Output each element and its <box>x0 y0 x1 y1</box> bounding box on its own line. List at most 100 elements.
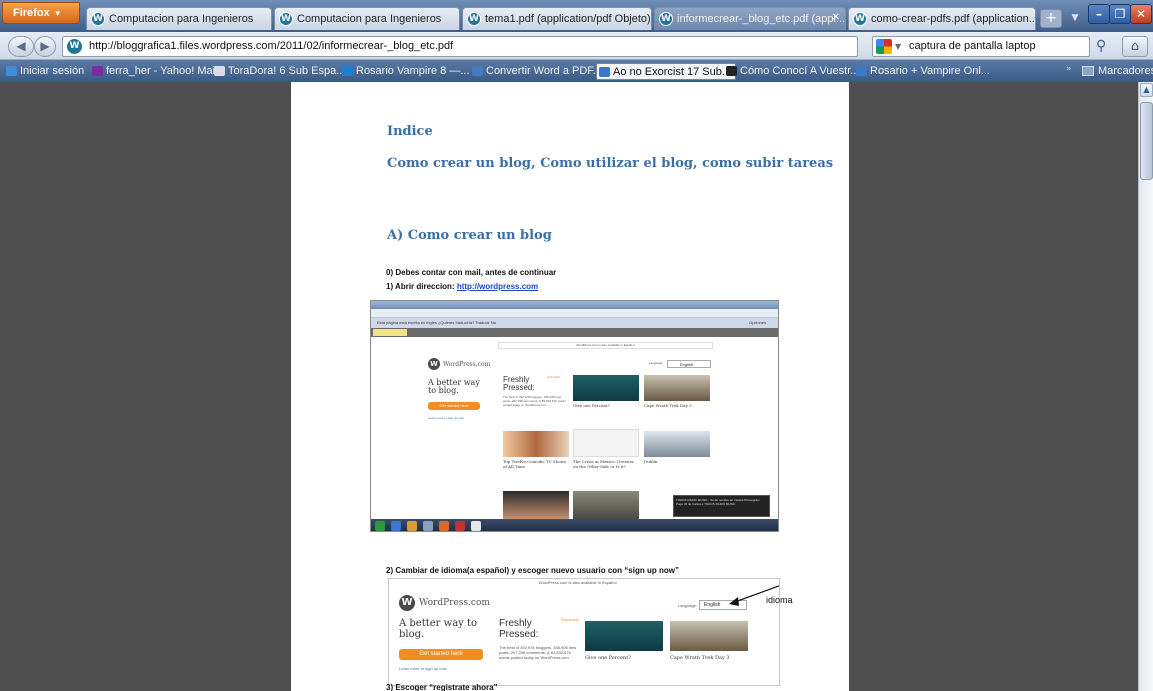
url-bar[interactable]: W http://bloggrafica1.files.wordpress.co… <box>62 36 921 57</box>
bookmark-rosario-vampire-online[interactable]: Rosario + Vampire Onl... <box>854 63 990 80</box>
taskbar-app-icon <box>471 521 481 531</box>
bookmark-toradora[interactable]: ToraDora! 6 Sub Espa... <box>212 63 345 80</box>
screenshot-nav-bar <box>371 309 778 318</box>
forward-button[interactable]: ▶ <box>34 36 56 57</box>
bookmark-label: Convertir Word a PDF... <box>486 65 602 77</box>
wordpress-icon: W <box>279 12 293 26</box>
maximize-button[interactable]: ❐ <box>1109 4 1131 24</box>
scroll-up-arrow-icon[interactable]: ▲ <box>1140 83 1153 97</box>
bookmarks-menu[interactable]: Marcadores <box>1082 63 1153 79</box>
step-1: 1) Abrir direccion: http://wordpress.com <box>386 282 538 291</box>
browser-window: Firefox ▼ W Computacion para Ingenieros W… <box>0 0 1153 691</box>
step-3: 3) Escoger “registrate ahora” <box>386 683 498 691</box>
tab-como-crear-pdfs[interactable]: W como-crear-pdfs.pdf (application... <box>848 7 1036 30</box>
language-label: Language: <box>649 361 664 365</box>
close-window-button[interactable]: ✕ <box>1130 4 1152 24</box>
post-thumbnail <box>573 429 639 457</box>
tab-computacion-1[interactable]: W Computacion para Ingenieros <box>86 7 272 30</box>
post-thumbnail <box>644 375 710 401</box>
site-identity-icon[interactable]: W <box>67 39 82 54</box>
magnifier-icon[interactable]: ⚲ <box>1096 38 1106 54</box>
bookmark-yahoo-mail[interactable]: ferra_her - Yahoo! Mail <box>90 63 217 80</box>
taskbar-app-icon <box>407 521 417 531</box>
step-0: 0) Debes contar con mail, antes de conti… <box>386 268 557 277</box>
back-button[interactable]: ◀ <box>8 36 34 57</box>
post-caption: Dublin <box>644 459 658 464</box>
step-2: 2) Cambiar de idioma(a español) y escoge… <box>386 566 679 575</box>
screenshot-search-strip <box>371 328 778 337</box>
navigation-toolbar: ◀ ▶ W http://bloggrafica1.files.wordpres… <box>0 32 1153 60</box>
firefox-menu-label: Firefox <box>13 7 50 19</box>
minimize-button[interactable]: – <box>1088 4 1110 24</box>
wordpress-link[interactable]: http://wordpress.com <box>457 282 538 291</box>
bookmark-convertir-word[interactable]: Convertir Word a PDF... <box>470 63 602 80</box>
tab-label: Computacion para Ingenieros <box>297 13 442 25</box>
bookmarks-toolbar: Iniciar sesión ferra_her - Yahoo! Mail T… <box>0 60 1153 82</box>
tab-label: como-crear-pdfs.pdf (application... <box>871 13 1036 25</box>
step-1-text: 1) Abrir direccion: <box>386 282 457 291</box>
bookmark-label: Cómo Conocí A Vuestr... <box>740 65 860 77</box>
post-thumbnail <box>503 431 569 457</box>
bookmark-rosario-vampire[interactable]: Rosario Vampire 8 —... <box>340 63 470 80</box>
bookmark-favicon-icon <box>342 66 353 76</box>
search-input[interactable]: captura de pantalla laptop <box>909 40 1036 52</box>
bookmark-label: Ao no Exorcist 17 Sub... <box>613 66 732 78</box>
tab-label: informecrear-_blog_etc.pdf (appl... <box>677 13 846 25</box>
close-icon[interactable]: ✕ <box>832 12 840 23</box>
wordpress-icon: W <box>91 12 105 26</box>
pdf-viewer[interactable]: Indice Como crear un blog, Como utilizar… <box>0 82 1138 691</box>
post-thumbnail <box>573 491 639 519</box>
bookmark-favicon-icon <box>599 67 610 77</box>
tagline: A better way to blog. <box>428 378 480 396</box>
scrollbar-thumb[interactable] <box>1140 102 1153 180</box>
freshly-pressed-stats: The best of 392,978 bloggers, 356,908 ne… <box>503 395 566 407</box>
bookmark-favicon-icon <box>6 66 17 76</box>
translate-options: Opciones <box>749 320 766 325</box>
pdf-page: Indice Como crear un blog, Como utilizar… <box>291 82 849 691</box>
taskbar-app-icon <box>439 521 449 531</box>
post-caption: Cape Wrath Trek Day 3 <box>644 403 692 408</box>
new-tab-button[interactable]: + <box>1040 9 1062 28</box>
tab-tema1-pdf[interactable]: W tema1.pdf (application/pdf Objeto) <box>462 7 652 30</box>
index-heading: Indice <box>387 124 433 139</box>
post-caption: Give one Percent? <box>573 403 610 408</box>
bookmark-favicon-icon <box>472 66 483 76</box>
bookmarks-menu-label: Marcadores <box>1098 65 1153 77</box>
wordpress-logo-icon: W <box>428 358 440 370</box>
chevron-right-icon[interactable]: » <box>1066 64 1072 74</box>
list-all-tabs-icon[interactable]: ▼ <box>1066 9 1084 28</box>
taskbar-app-icon <box>423 521 433 531</box>
translate-bar-text: Esta página está escrita en inglés ¿Quie… <box>377 320 496 325</box>
subscribe-link: Subscribe <box>547 375 561 379</box>
search-bar[interactable]: ▼ captura de pantalla laptop <box>872 36 1090 57</box>
post-caption: Top Twelve Comedic TV Shows of All Time <box>503 459 567 469</box>
start-icon <box>375 521 385 531</box>
bookmark-favicon-icon <box>214 66 225 76</box>
bookmark-label: Rosario + Vampire Onl... <box>870 65 990 77</box>
home-button[interactable]: ⌂ <box>1122 36 1148 57</box>
bookmark-favicon-icon <box>92 66 103 76</box>
freshly-pressed-title: Freshly Pressed: <box>503 375 535 393</box>
tab-informecrear-pdf[interactable]: W informecrear-_blog_etc.pdf (appl... ✕ <box>654 7 846 30</box>
taskbar-app-icon <box>455 521 465 531</box>
bookmark-ao-no-exorcist[interactable]: Ao no Exorcist 17 Sub... <box>596 63 737 80</box>
wordpress-icon: W <box>467 12 481 26</box>
bookmark-iniciar-sesion[interactable]: Iniciar sesión <box>4 63 84 80</box>
post-thumbnail <box>573 375 639 401</box>
bookmark-label: ferra_her - Yahoo! Mail <box>106 65 218 77</box>
post-thumbnail <box>503 491 569 519</box>
bookmarks-folder-icon <box>1082 66 1094 76</box>
vertical-scrollbar[interactable]: ▲ <box>1138 82 1153 691</box>
wordpress-logo: W WordPress.com <box>428 358 490 370</box>
url-text[interactable]: http://bloggrafica1.files.wordpress.com/… <box>89 40 453 52</box>
tab-computacion-2[interactable]: W Computacion para Ingenieros <box>274 7 460 30</box>
firefox-menu-button[interactable]: Firefox ▼ <box>2 2 80 24</box>
idioma-annotation: idioma <box>766 595 793 605</box>
post-caption: The Crisis in Mexico: Greener on the Oth… <box>573 459 634 469</box>
chevron-down-icon[interactable]: ▼ <box>895 42 901 51</box>
bookmark-como-conoci[interactable]: Cómo Conocí A Vuestr... <box>724 63 859 80</box>
bookmark-favicon-icon <box>726 66 737 76</box>
bookmark-favicon-icon <box>856 66 867 76</box>
google-search-engine-icon[interactable] <box>876 39 892 54</box>
screenshot-tab-bar <box>371 301 778 309</box>
